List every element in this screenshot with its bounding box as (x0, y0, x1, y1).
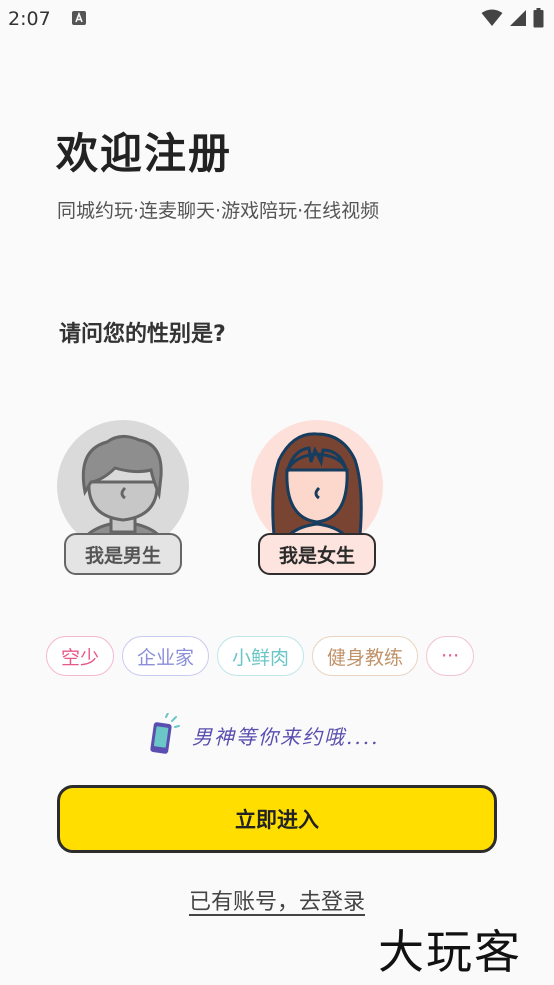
enter-button[interactable]: 立即进入 (57, 785, 497, 853)
male-label: 我是男生 (64, 533, 182, 575)
tag-chip[interactable]: ··· (426, 636, 475, 676)
female-label: 我是女生 (258, 533, 376, 575)
phone-icon (150, 713, 180, 754)
watermark: 大玩客 (378, 925, 522, 979)
male-option[interactable]: 我是男生 (55, 420, 191, 580)
page-title: 欢迎注册 (56, 129, 233, 178)
login-link[interactable]: 已有账号，去登录 (0, 884, 554, 916)
hint-row: 男神等你来约哦.... (146, 710, 379, 760)
status-time: 2:07 (8, 8, 51, 30)
tag-chip[interactable]: 企业家 (122, 636, 210, 676)
hint-text: 男神等你来约哦.... (192, 724, 380, 749)
status-icons (481, 8, 544, 28)
tag-list: 空少 企业家 小鲜肉 健身教练 ··· (46, 636, 475, 676)
tag-chip[interactable]: 健身教练 (312, 636, 419, 676)
cellular-signal-icon (510, 10, 526, 26)
gender-question: 请问您的性别是? (59, 322, 226, 347)
tag-chip[interactable]: 小鲜肉 (217, 636, 305, 676)
notification-app-icon (72, 11, 86, 25)
tag-chip[interactable]: 空少 (46, 636, 115, 676)
page-subtitle: 同城约玩·连麦聊天·游戏陪玩·在线视频 (57, 200, 380, 222)
status-bar: 2:07 (0, 0, 554, 38)
female-option[interactable]: 我是女生 (249, 420, 385, 580)
wifi-icon (481, 9, 503, 26)
battery-icon (533, 8, 544, 28)
